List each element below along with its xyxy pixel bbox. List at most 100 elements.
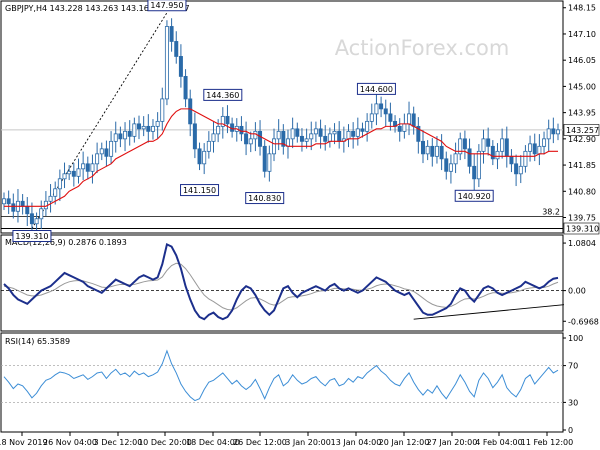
y-tick-label: 145.00 xyxy=(568,82,596,91)
candle-body xyxy=(304,138,309,142)
y-tick-label: 147.10 xyxy=(568,30,596,39)
candle-body xyxy=(546,128,551,140)
candle-body xyxy=(109,140,114,157)
candle-body xyxy=(430,145,435,157)
candle-body xyxy=(48,195,53,202)
candle-body xyxy=(2,198,7,205)
candle-body xyxy=(337,130,342,142)
x-tick-label: 10 Dec 20:00 xyxy=(138,438,192,447)
candle-body xyxy=(448,163,453,172)
candle-body xyxy=(495,150,500,160)
candle-body xyxy=(332,130,337,135)
candle-body xyxy=(137,123,142,130)
candle-body xyxy=(360,128,365,132)
candle-body xyxy=(374,103,379,115)
candle-body xyxy=(146,125,151,132)
fib-label: 38.2 xyxy=(542,208,560,217)
support-label: 139.310 xyxy=(566,225,599,234)
x-tick-label: 4 Feb 04:00 xyxy=(475,438,522,447)
x-tick-label: 3 Dec 12:00 xyxy=(94,438,143,447)
candle-body xyxy=(439,145,444,160)
candle-body xyxy=(542,138,547,147)
candle-body xyxy=(309,133,314,140)
candle-body xyxy=(453,153,458,165)
candle xyxy=(164,20,169,106)
candle-body xyxy=(490,145,495,160)
candle-body xyxy=(81,163,86,170)
candle-body xyxy=(383,108,388,115)
candle-body xyxy=(43,200,48,210)
candle-body xyxy=(346,130,351,140)
level-annotation: 144.360 xyxy=(203,88,243,101)
candle-body xyxy=(76,168,81,177)
candle-body xyxy=(318,128,323,137)
candle-body xyxy=(313,128,318,135)
watermark: ActionForex.com xyxy=(335,36,510,60)
candle-body xyxy=(267,153,272,172)
candle-body xyxy=(178,56,183,77)
candle-body xyxy=(6,198,11,205)
candle-body xyxy=(20,200,25,207)
candle-body xyxy=(551,128,556,135)
candle-body xyxy=(188,98,193,125)
candle-body xyxy=(397,125,402,132)
candle-body xyxy=(155,120,160,127)
candle-body xyxy=(528,143,533,152)
candle-body xyxy=(486,138,491,147)
candle-body xyxy=(118,133,123,140)
candle-body xyxy=(537,145,542,155)
x-tick-label: 18 Nov 2019 xyxy=(0,438,48,447)
rsi-tick-label: 30 xyxy=(568,398,578,407)
candle-body xyxy=(299,135,304,142)
candle-body xyxy=(174,41,179,57)
candle-body xyxy=(500,138,505,152)
candle-body xyxy=(523,150,528,167)
candle-body xyxy=(295,128,300,137)
candle-body xyxy=(253,130,258,140)
candle-body xyxy=(160,98,165,122)
candle-body xyxy=(379,103,384,110)
y-tick-label: 143.95 xyxy=(568,109,596,118)
candle-body xyxy=(476,150,481,180)
candle-body xyxy=(169,26,174,42)
level-annotation: 144.600 xyxy=(356,82,396,95)
rsi-tick-label: 70 xyxy=(568,362,578,371)
x-tick-label: 26 Nov 04:00 xyxy=(43,438,97,447)
candle-body xyxy=(365,120,370,132)
candle-body xyxy=(402,123,407,132)
candle-body xyxy=(355,128,360,137)
y-tick-label: 140.80 xyxy=(568,187,596,196)
level-annotation: 147.950 xyxy=(147,0,187,12)
x-tick-label: 26 Dec 12:00 xyxy=(233,438,287,447)
candle-body xyxy=(183,76,188,100)
candle-body xyxy=(481,138,486,152)
candle-body xyxy=(67,170,72,175)
candle-body xyxy=(262,145,267,172)
candle-body xyxy=(202,150,207,165)
candle-body xyxy=(192,123,197,150)
candle-body xyxy=(407,113,412,125)
macd-tick-label: 1.0804 xyxy=(568,239,596,248)
level-annotation-text: 140.920 xyxy=(458,192,491,201)
rsi-tick-label: 100 xyxy=(568,334,583,343)
rsi-tick-label: 0 xyxy=(568,426,573,435)
candle-body xyxy=(388,113,393,122)
candle-body xyxy=(272,138,277,155)
y-tick-label: 139.75 xyxy=(568,214,596,223)
x-tick-label: 11 Feb 12:00 xyxy=(521,438,573,447)
candle-body xyxy=(211,133,216,142)
level-annotation: 140.830 xyxy=(245,192,285,205)
x-tick-label: 27 Jan 20:00 xyxy=(427,438,478,447)
candle-body xyxy=(239,125,244,135)
candle-body xyxy=(532,143,537,155)
candle-body xyxy=(11,203,16,212)
candle-body xyxy=(225,115,230,125)
x-tick-label: 20 Jan 12:00 xyxy=(379,438,430,447)
candle-body xyxy=(206,140,211,152)
candle-body xyxy=(62,173,67,180)
candle-body xyxy=(258,130,263,147)
candle-body xyxy=(34,218,39,225)
level-annotation: 141.150 xyxy=(180,184,220,197)
candle-body xyxy=(104,148,109,157)
candle-body xyxy=(369,113,374,122)
